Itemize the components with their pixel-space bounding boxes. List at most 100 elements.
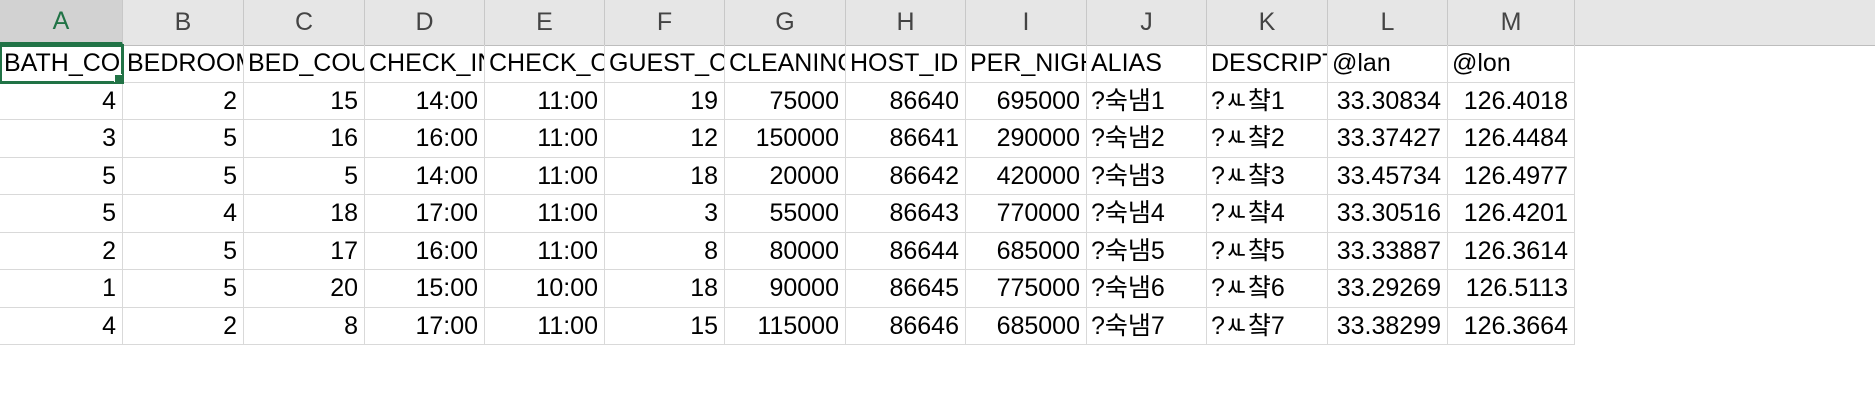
cell-c2[interactable]: 15: [244, 82, 365, 120]
cell-g8[interactable]: 115000: [725, 307, 846, 345]
cell-g5[interactable]: 55000: [725, 195, 846, 233]
column-header-i[interactable]: I: [966, 0, 1087, 45]
cell-c3[interactable]: 16: [244, 120, 365, 158]
cell-d5[interactable]: 17:00: [365, 195, 485, 233]
column-header-g[interactable]: G: [725, 0, 846, 45]
cell-m8[interactable]: 126.3664: [1448, 307, 1575, 345]
column-header-m[interactable]: M: [1448, 0, 1575, 45]
cell-e2[interactable]: 11:00: [485, 82, 605, 120]
cell-k8[interactable]: ?ㅻ챸7: [1207, 307, 1328, 345]
cell-e4[interactable]: 11:00: [485, 157, 605, 195]
cell-f2[interactable]: 19: [605, 82, 725, 120]
cell-g2[interactable]: 75000: [725, 82, 846, 120]
cell-i5[interactable]: 770000: [966, 195, 1087, 233]
cell-k5[interactable]: ?ㅻ챸4: [1207, 195, 1328, 233]
cell-d8[interactable]: 17:00: [365, 307, 485, 345]
cell-e6[interactable]: 11:00: [485, 232, 605, 270]
cell-m3[interactable]: 126.4484: [1448, 120, 1575, 158]
cell-a2[interactable]: 4: [0, 82, 123, 120]
cell-h1[interactable]: HOST_ID: [846, 45, 966, 83]
cell-h5[interactable]: 86643: [846, 195, 966, 233]
cell-a6[interactable]: 2: [0, 232, 123, 270]
cell-d7[interactable]: 15:00: [365, 270, 485, 308]
cell-l6[interactable]: 33.33887: [1328, 232, 1448, 270]
cell-m4[interactable]: 126.4977: [1448, 157, 1575, 195]
cell-e3[interactable]: 11:00: [485, 120, 605, 158]
cell-i4[interactable]: 420000: [966, 157, 1087, 195]
cell-f6[interactable]: 8: [605, 232, 725, 270]
cell-b1[interactable]: BEDROOM: [123, 45, 244, 83]
cell-a4[interactable]: 5: [0, 157, 123, 195]
cell-h4[interactable]: 86642: [846, 157, 966, 195]
cell-d3[interactable]: 16:00: [365, 120, 485, 158]
cell-f7[interactable]: 18: [605, 270, 725, 308]
column-header-h[interactable]: H: [846, 0, 966, 45]
cell-j3[interactable]: ?숙냄2: [1087, 120, 1207, 158]
cell-b6[interactable]: 5: [123, 232, 244, 270]
cell-f1[interactable]: GUEST_CO: [605, 45, 725, 83]
column-header-j[interactable]: J: [1087, 0, 1207, 45]
cell-j8[interactable]: ?숙냄7: [1087, 307, 1207, 345]
cell-b8[interactable]: 2: [123, 307, 244, 345]
cell-h3[interactable]: 86641: [846, 120, 966, 158]
cell-j4[interactable]: ?숙냄3: [1087, 157, 1207, 195]
cell-g6[interactable]: 80000: [725, 232, 846, 270]
cell-m1[interactable]: @lon: [1448, 45, 1575, 83]
cell-f8[interactable]: 15: [605, 307, 725, 345]
cell-k1[interactable]: DESCRIPTIO: [1207, 45, 1328, 83]
cell-j5[interactable]: ?숙냄4: [1087, 195, 1207, 233]
cell-e8[interactable]: 11:00: [485, 307, 605, 345]
cell-l8[interactable]: 33.38299: [1328, 307, 1448, 345]
cell-k7[interactable]: ?ㅻ챸6: [1207, 270, 1328, 308]
cell-a3[interactable]: 3: [0, 120, 123, 158]
column-header-f[interactable]: F: [605, 0, 725, 45]
cell-j2[interactable]: ?숙냄1: [1087, 82, 1207, 120]
cell-m6[interactable]: 126.3614: [1448, 232, 1575, 270]
cell-b7[interactable]: 5: [123, 270, 244, 308]
cell-l4[interactable]: 33.45734: [1328, 157, 1448, 195]
column-header-c[interactable]: C: [244, 0, 365, 45]
cell-c7[interactable]: 20: [244, 270, 365, 308]
cell-a5[interactable]: 5: [0, 195, 123, 233]
cell-d6[interactable]: 16:00: [365, 232, 485, 270]
cell-f3[interactable]: 12: [605, 120, 725, 158]
column-header-b[interactable]: B: [123, 0, 244, 45]
cell-k2[interactable]: ?ㅻ챸1: [1207, 82, 1328, 120]
cell-f4[interactable]: 18: [605, 157, 725, 195]
cell-i7[interactable]: 775000: [966, 270, 1087, 308]
cell-k3[interactable]: ?ㅻ챸2: [1207, 120, 1328, 158]
column-header-k[interactable]: K: [1207, 0, 1328, 45]
cell-g4[interactable]: 20000: [725, 157, 846, 195]
cell-i2[interactable]: 695000: [966, 82, 1087, 120]
cell-h6[interactable]: 86644: [846, 232, 966, 270]
cell-m5[interactable]: 126.4201: [1448, 195, 1575, 233]
cell-l2[interactable]: 33.30834: [1328, 82, 1448, 120]
cell-i6[interactable]: 685000: [966, 232, 1087, 270]
cell-f5[interactable]: 3: [605, 195, 725, 233]
cell-d2[interactable]: 14:00: [365, 82, 485, 120]
cell-d4[interactable]: 14:00: [365, 157, 485, 195]
cell-b3[interactable]: 5: [123, 120, 244, 158]
cell-l7[interactable]: 33.29269: [1328, 270, 1448, 308]
cell-g1[interactable]: CLEANING: [725, 45, 846, 83]
cell-h7[interactable]: 86645: [846, 270, 966, 308]
cell-l5[interactable]: 33.30516: [1328, 195, 1448, 233]
cell-c4[interactable]: 5: [244, 157, 365, 195]
cell-k4[interactable]: ?ㅻ챸3: [1207, 157, 1328, 195]
cell-a8[interactable]: 4: [0, 307, 123, 345]
cell-i8[interactable]: 685000: [966, 307, 1087, 345]
cell-h8[interactable]: 86646: [846, 307, 966, 345]
cell-b2[interactable]: 2: [123, 82, 244, 120]
cell-l1[interactable]: @lan: [1328, 45, 1448, 83]
cell-c1[interactable]: BED_COUNT: [244, 45, 365, 83]
cell-k6[interactable]: ?ㅻ챸5: [1207, 232, 1328, 270]
cell-c8[interactable]: 8: [244, 307, 365, 345]
cell-g7[interactable]: 90000: [725, 270, 846, 308]
cell-b4[interactable]: 5: [123, 157, 244, 195]
cell-e1[interactable]: CHECK_OUT: [485, 45, 605, 83]
column-header-d[interactable]: D: [365, 0, 485, 45]
cell-d1[interactable]: CHECK_IN_: [365, 45, 485, 83]
cell-j6[interactable]: ?숙냄5: [1087, 232, 1207, 270]
cell-a7[interactable]: 1: [0, 270, 123, 308]
cell-i3[interactable]: 290000: [966, 120, 1087, 158]
